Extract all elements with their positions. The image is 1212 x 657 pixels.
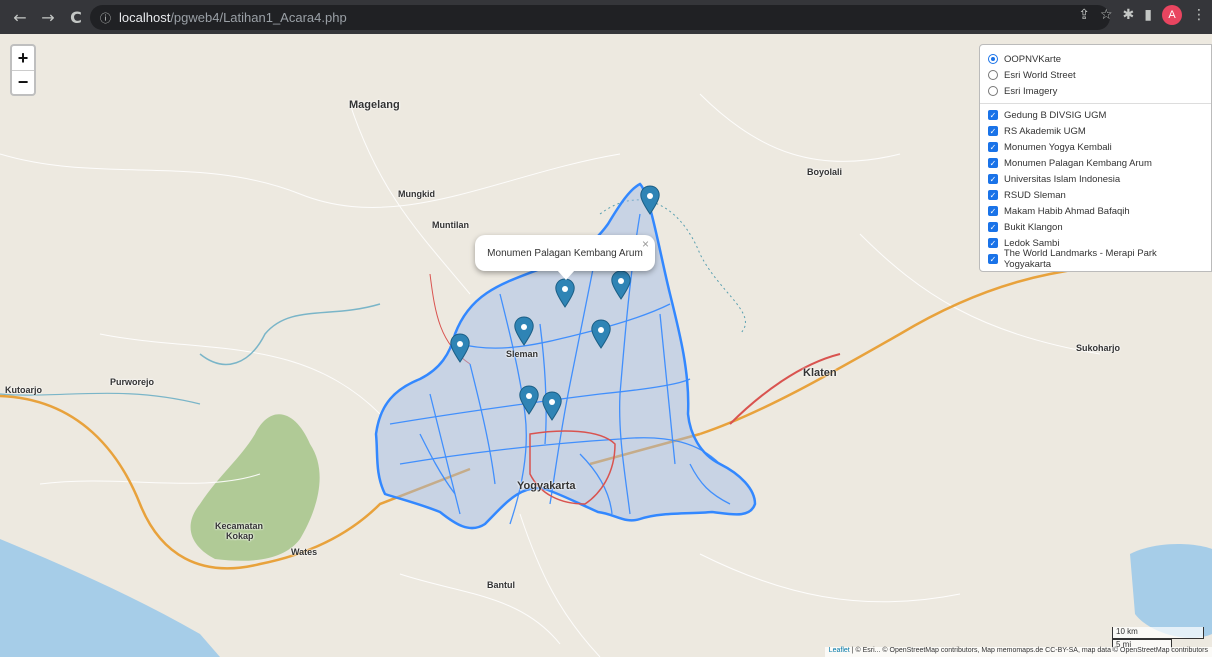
forward-arrow-icon[interactable]: →: [34, 3, 62, 31]
overlay-option[interactable]: ✓ The World Landmarks - Merapi Park Yogya…: [988, 248, 1203, 270]
overlay-label: Ledok Sambi: [1004, 237, 1060, 249]
checkbox-checked-icon[interactable]: ✓: [988, 174, 998, 184]
overlay-option[interactable]: ✓ Bukit Klangon: [988, 219, 1203, 235]
place-label-purworejo: Purworejo: [110, 377, 155, 387]
place-label-klaten: Klaten: [803, 367, 837, 379]
overlay-option[interactable]: ✓ Monumen Palagan Kembang Arum: [988, 155, 1203, 171]
reload-icon[interactable]: C: [62, 3, 90, 31]
zoom-control: + −: [10, 44, 36, 96]
place-label-muntilan: Muntilan: [432, 220, 469, 230]
main-road-east: [699, 242, 1212, 436]
bookmark-star-icon[interactable]: ☆: [1100, 7, 1113, 23]
radio-selected-icon[interactable]: [988, 54, 998, 64]
popup-close-button[interactable]: ×: [642, 237, 649, 251]
url-host: localhost: [119, 10, 171, 25]
checkbox-checked-icon[interactable]: ✓: [988, 190, 998, 200]
overlay-label: Bukit Klangon: [1004, 221, 1063, 233]
river: [199, 303, 381, 365]
overlay-option[interactable]: ✓ Universitas Islam Indonesia: [988, 171, 1203, 187]
attribution-text: | © Esri... © OpenStreetMap contributors…: [851, 647, 1208, 654]
overlay-option[interactable]: ✓ Makam Habib Ahmad Bafaqih: [988, 203, 1203, 219]
layer-separator: [980, 103, 1211, 104]
layer-control: OOPNVKarte Esri World Street Esri Imager…: [979, 44, 1212, 272]
overlay-label: Universitas Islam Indonesia: [1004, 173, 1121, 185]
overlay-label: Makam Habib Ahmad Bafaqih: [1004, 205, 1130, 217]
profile-avatar[interactable]: A: [1162, 5, 1182, 25]
forest-area: [190, 414, 320, 561]
place-label-kokap: Kokap: [226, 531, 254, 541]
basemap-label: Esri World Street: [1004, 69, 1076, 81]
place-label-sleman: Sleman: [506, 349, 539, 359]
checkbox-checked-icon[interactable]: ✓: [988, 142, 998, 152]
place-label-kecamatan: Kecamatan: [215, 521, 264, 531]
popup-text: Monumen Palagan Kembang Arum: [487, 247, 643, 259]
leaflet-link[interactable]: Leaflet: [829, 647, 850, 654]
checkbox-checked-icon[interactable]: ✓: [988, 126, 998, 136]
checkbox-checked-icon[interactable]: ✓: [988, 110, 998, 120]
radio-icon[interactable]: [988, 86, 998, 96]
browser-toolbar: ← → C ⓘ localhost /pgweb4/Latihan1_Acara…: [0, 0, 1212, 34]
overlay-option[interactable]: ✓ RS Akademik UGM: [988, 123, 1203, 139]
overlay-option[interactable]: ✓ Monumen Yogya Kembali: [988, 139, 1203, 155]
place-label-mungkid: Mungkid: [398, 189, 435, 199]
zoom-out-button[interactable]: −: [12, 70, 34, 94]
checkbox-checked-icon[interactable]: ✓: [988, 158, 998, 168]
map-view[interactable]: Magelang Mungkid Muntilan Boyolali Sukoh…: [0, 34, 1212, 657]
place-label-yogyakarta: Yogyakarta: [517, 480, 576, 492]
place-label-magelang: Magelang: [349, 99, 400, 111]
overlay-label: Monumen Yogya Kembali: [1004, 141, 1112, 153]
overlay-label: RS Akademik UGM: [1004, 125, 1086, 137]
reservoir: [1130, 544, 1212, 638]
overlay-label: Monumen Palagan Kembang Arum: [1004, 157, 1152, 169]
basemap-option-esri-world-street[interactable]: Esri World Street: [988, 67, 1203, 83]
basemap-option-esri-imagery[interactable]: Esri Imagery: [988, 83, 1203, 99]
address-bar[interactable]: ⓘ localhost /pgweb4/Latihan1_Acara4.php: [90, 5, 1110, 30]
checkbox-checked-icon[interactable]: ✓: [988, 254, 998, 264]
basemap-option-oopnvkarte[interactable]: OOPNVKarte: [988, 51, 1203, 67]
place-label-sukoharjo: Sukoharjo: [1076, 343, 1121, 353]
zoom-in-button[interactable]: +: [12, 46, 34, 70]
scale-km: 10 km: [1112, 627, 1204, 639]
checkbox-checked-icon[interactable]: ✓: [988, 238, 998, 248]
place-label-wates: Wates: [291, 547, 318, 557]
browser-actions: ⇪ ☆ ✱ ▮ A ⋮: [1078, 5, 1206, 25]
sea-area: [0, 539, 220, 657]
side-panel-icon[interactable]: ▮: [1144, 7, 1152, 23]
url-path: /pgweb4/Latihan1_Acara4.php: [170, 10, 347, 25]
overlay-option[interactable]: ✓ Gedung B DIVSIG UGM: [988, 107, 1203, 123]
overlay-label: Gedung B DIVSIG UGM: [1004, 109, 1107, 121]
site-info-icon[interactable]: ⓘ: [100, 10, 111, 26]
checkbox-checked-icon[interactable]: ✓: [988, 206, 998, 216]
extensions-icon[interactable]: ✱: [1123, 7, 1135, 23]
back-arrow-icon[interactable]: ←: [6, 3, 34, 31]
share-icon[interactable]: ⇪: [1078, 7, 1090, 23]
place-label-bantul: Bantul: [487, 580, 515, 590]
marker-popup: Monumen Palagan Kembang Arum ×: [475, 235, 655, 280]
overlay-label: RSUD Sleman: [1004, 189, 1066, 201]
kebab-menu-icon[interactable]: ⋮: [1192, 7, 1206, 23]
place-label-boyolali: Boyolali: [807, 167, 843, 177]
radio-icon[interactable]: [988, 70, 998, 80]
checkbox-checked-icon[interactable]: ✓: [988, 222, 998, 232]
place-label-kutoarjo: Kutoarjo: [5, 385, 42, 395]
basemap-label: Esri Imagery: [1004, 85, 1058, 97]
overlay-label: The World Landmarks - Merapi Park Yogyak…: [1003, 248, 1157, 270]
basemap-label: OOPNVKarte: [1004, 53, 1062, 65]
map-attribution: Leaflet | © Esri... © OpenStreetMap cont…: [824, 647, 1212, 657]
overlay-option[interactable]: ✓ RSUD Sleman: [988, 187, 1203, 203]
